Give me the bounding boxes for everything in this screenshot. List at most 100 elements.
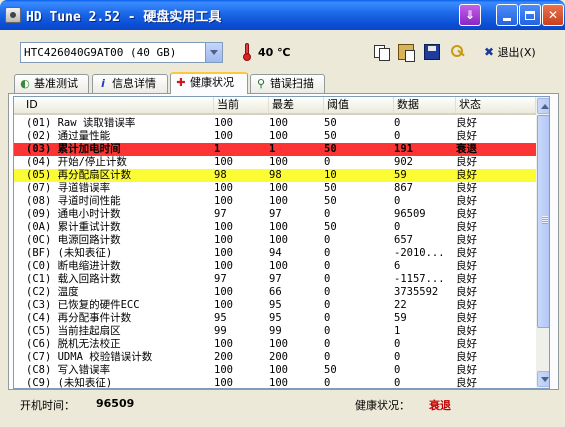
table-row[interactable]: (C9) (未知表征) 100 100 0 0 良好 (14, 377, 536, 388)
minimize-icon (503, 18, 511, 21)
vertical-scrollbar[interactable] (536, 97, 549, 388)
table-row[interactable]: (C0) 断电缩进计数 100 100 0 6 良好 (14, 260, 536, 273)
table-cell: (04) 开始/停止计数 (26, 156, 127, 168)
table-row[interactable]: (01) Raw 读取错误率 100 100 50 0 良好 (14, 117, 536, 130)
table-cell: (C4) 再分配事件计数 (26, 312, 132, 324)
column-header-id[interactable]: ID (14, 97, 214, 113)
table-cell: (09) 通电小时计数 (26, 208, 121, 220)
table-row[interactable]: (C7) UDMA 校验错误计数 200 200 0 0 良好 (14, 351, 536, 364)
table-cell: (BF) (未知表征) (26, 247, 113, 259)
tab-info[interactable]: i 信息详情 (92, 74, 168, 93)
table-cell: 50 (324, 221, 337, 233)
copy-icon[interactable] (373, 44, 390, 61)
table-row[interactable]: (C6) 脱机无法校正 100 100 0 0 良好 (14, 338, 536, 351)
table-row[interactable]: (BF) (未知表征) 100 94 0 -2010... 良好 (14, 247, 536, 260)
tab-label: 信息详情 (112, 77, 156, 90)
table-row[interactable]: (08) 寻道时间性能 100 100 50 0 良好 (14, 195, 536, 208)
table-cell: 良好 (456, 312, 477, 324)
download-button[interactable]: ⇓ (459, 4, 481, 26)
table-cell: 1 (394, 325, 401, 337)
column-header-status[interactable]: 状态 (456, 97, 536, 113)
table-cell: 100 (269, 182, 288, 194)
drive-select-value: HTC426040G9AT00 (40 GB) (24, 46, 177, 59)
table-row[interactable]: (C2) 温度 100 66 0 3735592 良好 (14, 286, 536, 299)
column-header-current[interactable]: 当前 (214, 97, 269, 113)
table-cell: 100 (269, 156, 288, 168)
smart-attribute-table[interactable]: ID 当前 最差 阈值 数据 状态 (01) Raw 读取错误率 100 100 50… (13, 96, 550, 389)
minimize-button[interactable] (496, 4, 518, 26)
table-cell: 100 (214, 117, 233, 129)
table-cell: 191 (394, 143, 413, 155)
column-header-threshold[interactable]: 阈值 (324, 97, 394, 113)
table-cell: 0 (324, 156, 331, 168)
table-row[interactable]: (C8) 写入错误率 100 100 50 0 良好 (14, 364, 536, 377)
tab-label: 基准测试 (34, 77, 78, 90)
scroll-up-icon[interactable] (537, 98, 549, 114)
table-cell: 902 (394, 156, 413, 168)
table-cell: 200 (269, 351, 288, 363)
table-cell: 96509 (394, 208, 426, 220)
table-row[interactable]: (C4) 再分配事件计数 95 95 0 59 良好 (14, 312, 536, 325)
table-cell: 100 (214, 260, 233, 272)
table-cell: 97 (269, 208, 282, 220)
drive-select[interactable]: HTC426040G9AT00 (40 GB) (20, 42, 223, 63)
table-row[interactable]: (05) 再分配扇区计数 98 98 10 59 良好 (14, 169, 536, 182)
table-cell: 22 (394, 299, 407, 311)
table-cell: 良好 (456, 338, 477, 350)
table-cell: 95 (214, 312, 227, 324)
table-cell: 良好 (456, 221, 477, 233)
table-cell: 94 (269, 247, 282, 259)
close-button[interactable]: ✕ (542, 4, 564, 26)
table-row[interactable]: (C3) 已恢复的硬件ECC 100 95 0 22 良好 (14, 299, 536, 312)
table-cell: 50 (324, 143, 337, 155)
paste-icon[interactable] (398, 44, 415, 62)
tab-error-scan[interactable]: ⚲ 错误扫描 (250, 74, 325, 93)
exit-button[interactable]: ✖ 退出(X) (484, 44, 536, 60)
table-cell: -1157... (394, 273, 445, 285)
table-row[interactable]: (0A) 累计重试计数 100 100 50 0 良好 (14, 221, 536, 234)
table-cell: 良好 (456, 195, 477, 207)
keys-icon[interactable] (450, 44, 466, 60)
table-cell: 50 (324, 364, 337, 376)
table-cell: (08) 寻道时间性能 (26, 195, 121, 207)
health-status-value: 衰退 (429, 399, 451, 412)
table-cell: (C5) 当前挂起扇区 (26, 325, 121, 337)
table-cell: 100 (269, 260, 288, 272)
table-cell: 59 (394, 312, 407, 324)
column-header-data[interactable]: 数据 (394, 97, 456, 113)
table-cell: 99 (269, 325, 282, 337)
scrollbar-thumb[interactable] (537, 115, 549, 328)
save-icon[interactable] (424, 44, 440, 60)
title-bar[interactable]: HD Tune 2.52 - 硬盘实用工具 ⇓ ✕ (0, 0, 565, 30)
speedometer-icon: ◐ (20, 77, 30, 90)
table-row[interactable]: (C5) 当前挂起扇区 99 99 0 1 良好 (14, 325, 536, 338)
table-cell: 100 (214, 234, 233, 246)
table-cell: 97 (214, 208, 227, 220)
maximize-icon (525, 11, 535, 20)
table-row[interactable]: (C1) 载入回路计数 97 97 0 -1157... 良好 (14, 273, 536, 286)
table-cell: 0 (394, 130, 401, 142)
maximize-button[interactable] (519, 4, 541, 26)
table-cell: 良好 (456, 117, 477, 129)
table-cell: 0 (324, 325, 331, 337)
table-cell: 0 (394, 351, 401, 363)
chevron-down-icon[interactable] (205, 43, 222, 62)
table-row[interactable]: (02) 通过量性能 100 100 50 0 良好 (14, 130, 536, 143)
table-cell: 66 (269, 286, 282, 298)
table-cell: 50 (324, 182, 337, 194)
table-row[interactable]: (07) 寻道错误率 100 100 50 867 良好 (14, 182, 536, 195)
table-cell: 100 (214, 247, 233, 259)
table-cell: 良好 (456, 364, 477, 376)
tab-health[interactable]: ✚ 健康状况 (170, 72, 248, 94)
health-status-label: 健康状况： (355, 399, 410, 412)
table-row[interactable]: (03) 累计加电时间 1 1 50 191 衰退 (14, 143, 536, 156)
table-row[interactable]: (09) 通电小时计数 97 97 0 96509 良好 (14, 208, 536, 221)
table-row[interactable]: (0C) 电源回路计数 100 100 0 657 良好 (14, 234, 536, 247)
table-cell: 100 (269, 234, 288, 246)
tab-benchmark[interactable]: ◐ 基准测试 (14, 74, 89, 93)
column-header-worst[interactable]: 最差 (269, 97, 324, 113)
table-row[interactable]: (04) 开始/停止计数 100 100 0 902 良好 (14, 156, 536, 169)
table-cell: 98 (269, 169, 282, 181)
scroll-down-icon[interactable] (537, 371, 549, 387)
table-cell: (0A) 累计重试计数 (26, 221, 121, 233)
